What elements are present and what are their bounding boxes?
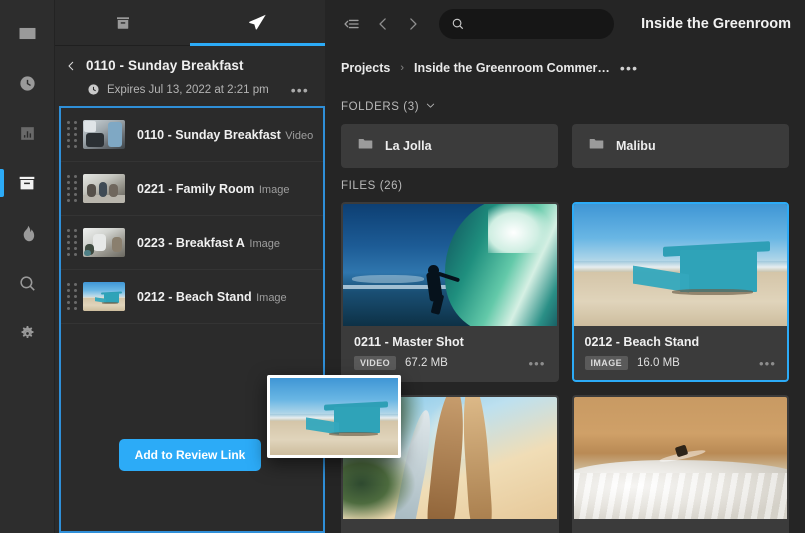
file-title: 0212 - Beach Stand (584, 335, 700, 349)
folders-grid: La Jolla Malibu (341, 124, 789, 168)
global-nav-rail (0, 0, 55, 533)
file-card[interactable]: 0212 - Beach Stand IMAGE 16.0 MB ••• (571, 202, 789, 382)
sidebar-item-recent[interactable] (0, 58, 55, 108)
breadcrumb: Projects › Inside the Greenroom Commer… … (325, 48, 805, 88)
list-item-name: 0110 - Sunday Breakfast (137, 127, 281, 142)
list-item[interactable]: 0223 - Breakfast A Image (61, 216, 323, 270)
gear-icon (21, 325, 33, 338)
back-chevron-icon[interactable] (65, 60, 77, 72)
file-type-badge: VIDEO (354, 356, 397, 370)
list-item[interactable]: 0110 - Sunday Breakfast Video (61, 108, 323, 162)
list-item[interactable]: 0221 - Family Room Image (61, 162, 323, 216)
panel-overflow-menu[interactable]: ••• (291, 83, 311, 97)
breadcrumb-current[interactable]: Inside the Greenroom Commer… (414, 61, 610, 75)
folders-section-header[interactable]: FOLDERS (3) (341, 100, 789, 114)
breadcrumb-separator-icon: › (400, 62, 405, 74)
drag-preview (267, 375, 401, 458)
nav-back-button[interactable] (373, 14, 393, 34)
breadcrumb-root[interactable]: Projects (341, 61, 390, 75)
reports-icon (20, 126, 34, 140)
sidebar-item-settings[interactable] (0, 308, 55, 358)
panel-title: 0110 - Sunday Breakfast (86, 58, 244, 73)
file-card[interactable]: 0211 - Master Shot VIDEO 67.2 MB ••• (341, 202, 559, 382)
folder-card[interactable]: Malibu (572, 124, 789, 168)
files-section-label: FILES (26) (341, 180, 403, 192)
mail-icon (19, 27, 35, 39)
drag-handle-icon[interactable] (65, 121, 79, 148)
files-grid: 0211 - Master Shot VIDEO 67.2 MB ••• 021… (341, 202, 789, 533)
app-window: 0110 - Sunday Breakfast Expires Jul 13, … (0, 0, 805, 533)
content-scroll-area[interactable]: FOLDERS (3) La Jolla Malibu FILES (26) 0… (325, 88, 805, 533)
list-item-kind: Image (249, 237, 280, 250)
file-thumbnail (343, 204, 557, 326)
drag-preview-thumbnail (270, 378, 398, 455)
list-item-thumbnail (83, 282, 125, 311)
folder-icon (588, 135, 605, 157)
folder-name: La Jolla (385, 139, 432, 153)
tab-archive[interactable] (55, 0, 190, 45)
toolbar: Inside the Greenroom (325, 0, 805, 48)
list-item-kind: Image (258, 183, 290, 196)
files-section-header: FILES (26) (341, 180, 789, 192)
add-to-review-link-button[interactable]: Add to Review Link (118, 439, 262, 471)
flame-icon (23, 225, 34, 241)
sidebar-item-archive[interactable] (0, 158, 55, 208)
file-card[interactable]: ••• (571, 395, 789, 533)
search-input[interactable] (473, 17, 602, 31)
search-icon (451, 17, 465, 31)
archive-icon (19, 176, 35, 190)
search-field[interactable] (439, 9, 614, 39)
collapse-panel-icon[interactable] (341, 13, 363, 35)
list-item-thumbnail (83, 174, 125, 203)
tab-send[interactable] (190, 0, 325, 46)
paper-plane-icon (249, 14, 266, 30)
list-item-thumbnail (83, 120, 125, 149)
file-overflow-menu[interactable]: ••• (759, 357, 776, 370)
file-thumbnail (573, 204, 787, 326)
nav-forward-button[interactable] (403, 14, 423, 34)
search-icon (19, 275, 35, 291)
list-item-thumbnail (83, 228, 125, 257)
panel-tabs (55, 0, 325, 46)
sidebar-item-reports[interactable] (0, 108, 55, 158)
breadcrumb-overflow-menu[interactable]: ••• (620, 61, 638, 75)
expires-label: Expires Jul 13, 2022 at 2:21 pm (107, 83, 269, 96)
list-item-name: 0221 - Family Room (137, 181, 255, 196)
file-overflow-menu[interactable]: ••• (529, 357, 546, 370)
drag-handle-icon[interactable] (65, 283, 79, 310)
sidebar-item-search[interactable] (0, 258, 55, 308)
list-item-kind: Image (256, 291, 287, 304)
clock-icon (87, 83, 100, 96)
file-size: 67.2 MB (405, 357, 448, 369)
file-type-badge: IMAGE (584, 356, 629, 370)
drag-handle-icon[interactable] (65, 229, 79, 256)
folders-section-label: FOLDERS (3) (341, 101, 420, 113)
sidebar-item-mail[interactable] (0, 8, 55, 58)
panel-header: 0110 - Sunday Breakfast Expires Jul 13, … (55, 46, 325, 106)
list-item[interactable]: 0212 - Beach Stand Image (61, 270, 323, 324)
file-title: 0211 - Master Shot (354, 335, 464, 349)
folder-card[interactable]: La Jolla (341, 124, 558, 168)
list-item-kind: Video (285, 129, 314, 142)
list-item-name: 0212 - Beach Stand (137, 289, 252, 304)
chevron-down-icon[interactable] (425, 100, 436, 114)
sidebar-item-trending[interactable] (0, 208, 55, 258)
recent-icon (19, 75, 35, 91)
archive-box-icon (116, 16, 129, 29)
page-title: Inside the Greenroom (641, 16, 791, 32)
list-item-name: 0223 - Breakfast A (137, 235, 245, 250)
folder-name: Malibu (616, 139, 656, 153)
file-thumbnail (573, 397, 787, 519)
file-size: 16.0 MB (637, 357, 680, 369)
folder-icon (357, 135, 374, 157)
drag-handle-icon[interactable] (65, 175, 79, 202)
